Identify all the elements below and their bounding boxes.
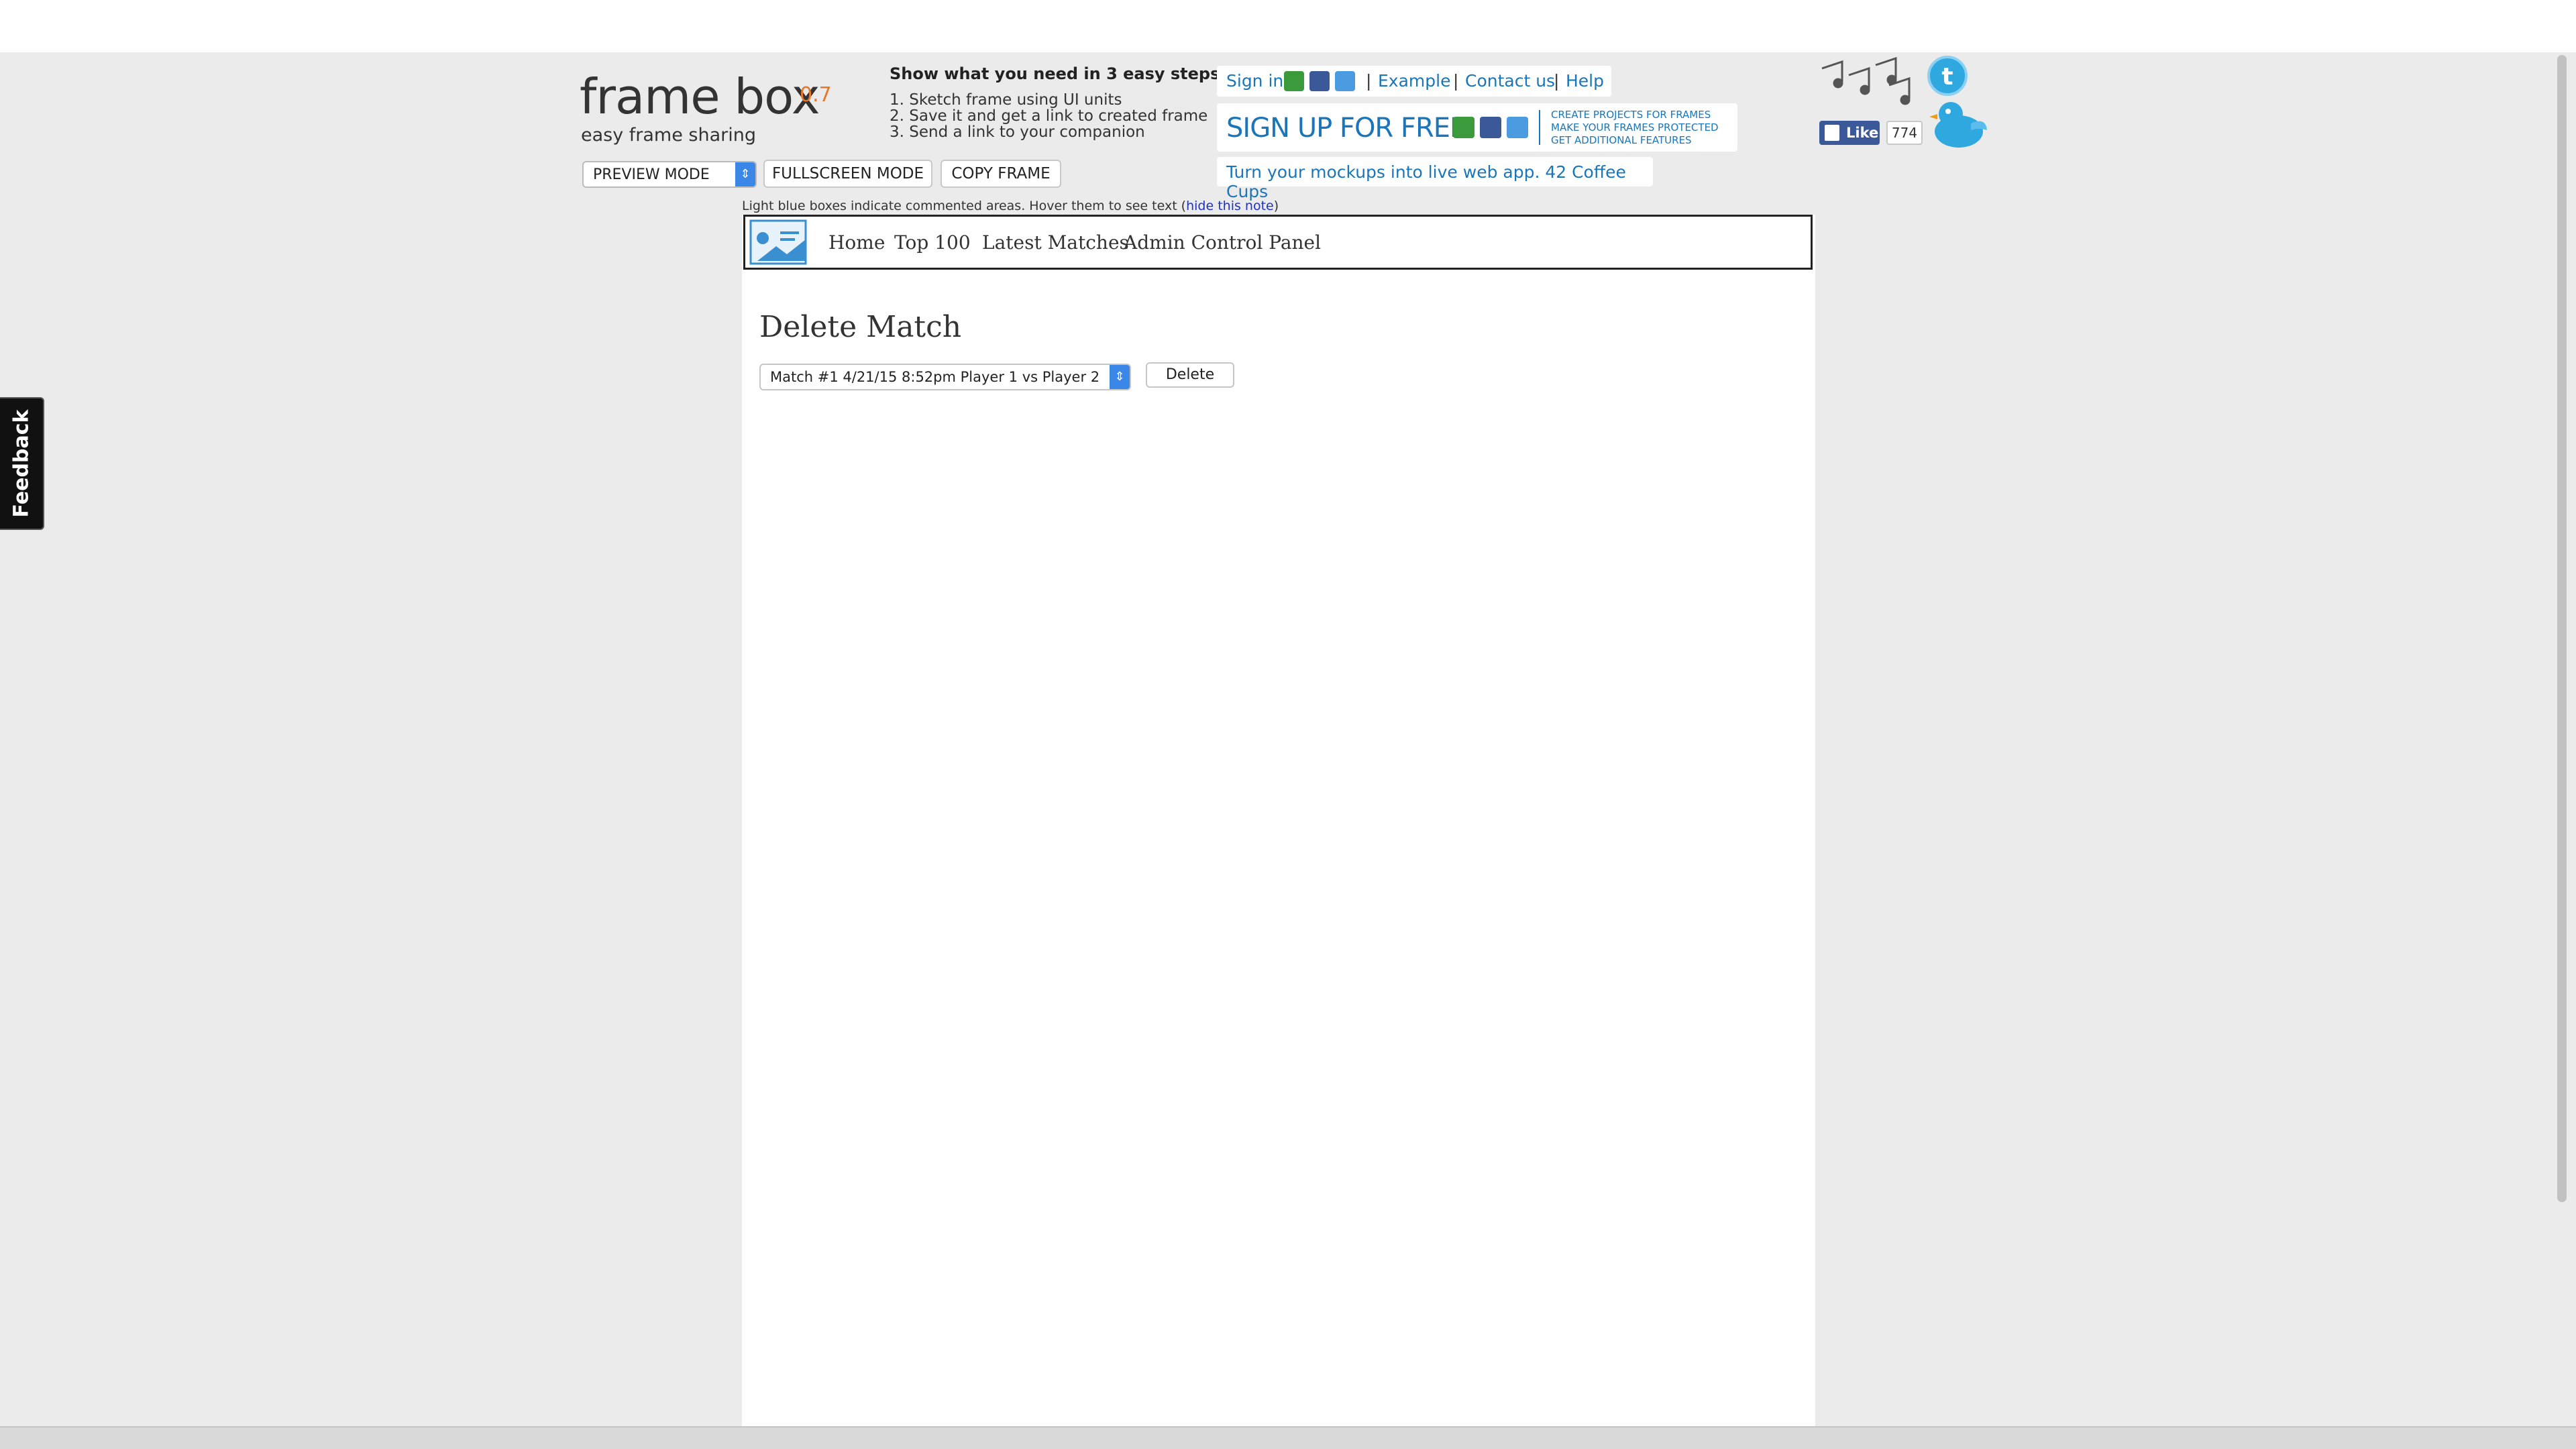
twitter-icon[interactable] (1335, 71, 1355, 91)
vertical-scrollbar[interactable] (2557, 55, 2567, 1202)
svg-text:t: t (1941, 63, 1953, 91)
frame-canvas (742, 215, 1815, 1426)
google-icon[interactable] (1284, 71, 1304, 91)
match-select[interactable]: Match #1 4/21/15 8:52pm Player 1 vs Play… (759, 364, 1131, 390)
image-placeholder-icon[interactable] (749, 219, 807, 265)
nav-latest-matches[interactable]: Latest Matches (982, 231, 1129, 254)
mockup-navbar: Home Top 100 Latest Matches Admin Contro… (743, 215, 1813, 270)
select-arrow-icon: ⇕ (1110, 365, 1130, 389)
select-arrow-icon: ⇕ (735, 162, 755, 186)
framebox-logo[interactable]: frame box (580, 72, 820, 121)
delete-button[interactable]: Delete (1146, 362, 1234, 388)
page-title: Delete Match (759, 310, 962, 344)
hide-note-link[interactable]: hide this note (1186, 199, 1274, 213)
like-label: Like (1846, 125, 1879, 141)
facebook-icon[interactable] (1309, 71, 1330, 91)
steps-title: Show what you need in 3 easy steps: (890, 64, 1226, 83)
browser-bottom-strip (0, 1426, 2576, 1449)
step-item: 3. Send a link to your companion (890, 123, 1145, 141)
nav-admin-control-panel[interactable]: Admin Control Panel (1124, 231, 1321, 254)
step-item: 1. Sketch frame using UI units (890, 91, 1122, 109)
step-item: 2. Save it and get a link to created fra… (890, 107, 1208, 125)
contact-us-link[interactable]: Contact us (1465, 71, 1555, 91)
signup-feature: GET ADDITIONAL FEATURES (1551, 134, 1692, 146)
facebook-like-button[interactable]: Like (1819, 121, 1880, 145)
feedback-tab[interactable]: Feedback (0, 397, 44, 530)
copy-frame-button[interactable]: COPY FRAME (941, 160, 1061, 188)
note-close: ) (1273, 199, 1279, 213)
twitter-bird-icon[interactable] (1924, 94, 1988, 152)
browser-top-strip (0, 0, 2576, 52)
facebook-icon (1480, 117, 1501, 138)
signup-banner[interactable]: SIGN UP FOR FREE CREATE PROJECTS FOR FRA… (1217, 103, 1737, 152)
promo-text: Turn your mockups into live web app. 42 … (1226, 162, 1626, 201)
like-count: 774 (1886, 121, 1923, 145)
logo-version: 0.7 (800, 83, 832, 107)
help-link[interactable]: Help (1566, 71, 1604, 91)
separator: | (1366, 71, 1372, 91)
music-notes-icon (1821, 56, 1911, 105)
twitter-icon[interactable]: t (1927, 55, 1968, 97)
facebook-icon (1825, 125, 1839, 141)
sign-in-link[interactable]: Sign in (1226, 71, 1283, 91)
feedback-label: Feedback (9, 409, 34, 518)
promo-banner[interactable]: Turn your mockups into live web app. 42 … (1217, 157, 1653, 201)
fullscreen-mode-button[interactable]: FULLSCREEN MODE (763, 160, 932, 188)
comment-note: Light blue boxes indicate commented area… (742, 199, 1279, 213)
separator: | (1453, 71, 1459, 91)
preview-mode-value: PREVIEW MODE (593, 166, 710, 183)
twitter-icon (1507, 117, 1528, 138)
signin-bar: Sign in | Example | Contact us | Help (1217, 66, 1611, 97)
preview-mode-select[interactable]: PREVIEW MODE ⇕ (582, 161, 757, 188)
logo-tagline: easy frame sharing (581, 125, 757, 146)
example-link[interactable]: Example (1378, 71, 1450, 91)
signup-feature: MAKE YOUR FRAMES PROTECTED (1551, 121, 1719, 133)
signup-feature: CREATE PROJECTS FOR FRAMES (1551, 109, 1711, 121)
match-select-value: Match #1 4/21/15 8:52pm Player 1 vs Play… (770, 369, 1100, 385)
nav-home[interactable]: Home (828, 231, 885, 254)
note-text: Light blue boxes indicate commented area… (742, 199, 1187, 213)
signup-label: SIGN UP FOR FREE (1226, 113, 1466, 144)
separator: | (1554, 71, 1560, 91)
google-icon (1453, 117, 1474, 138)
divider (1539, 110, 1540, 145)
nav-top-100[interactable]: Top 100 (894, 231, 971, 254)
